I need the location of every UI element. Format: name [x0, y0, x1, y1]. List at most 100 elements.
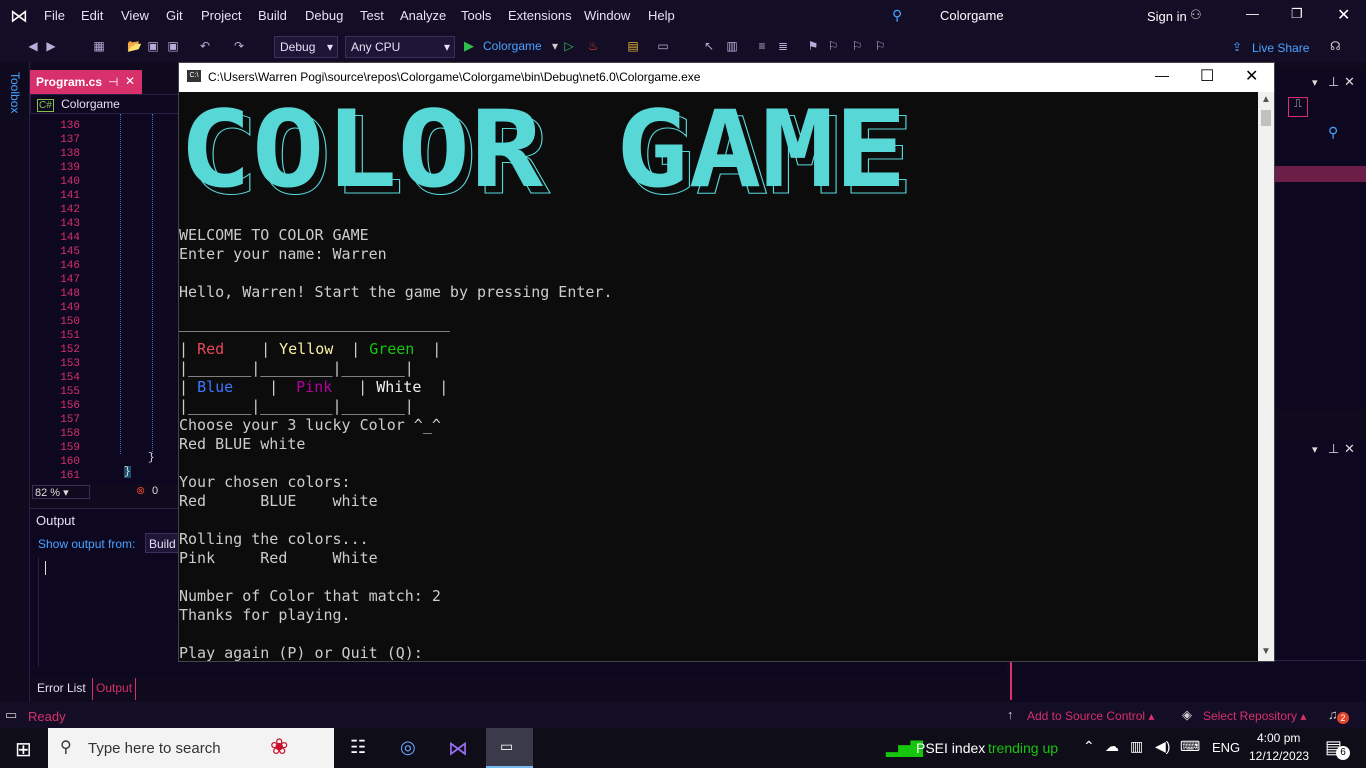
- account-icon[interactable]: ⚇: [1190, 7, 1202, 23]
- close-icon[interactable]: ✕: [1337, 5, 1350, 25]
- selected-row[interactable]: [1275, 166, 1366, 182]
- console-title-bar[interactable]: C:\ C:\Users\Warren Pogi\source\repos\Co…: [179, 63, 1274, 92]
- line-number: 150: [60, 316, 80, 328]
- toolbox-tab[interactable]: Toolbox: [8, 72, 22, 113]
- start-debugging-button[interactable]: ▶: [464, 38, 474, 54]
- search-icon[interactable]: ⚲: [892, 7, 902, 24]
- visual-studio-taskbar-icon[interactable]: ⋈: [448, 736, 468, 761]
- feedback-icon[interactable]: ☊: [1330, 39, 1341, 53]
- sign-in-button[interactable]: Sign in: [1147, 9, 1187, 24]
- onedrive-icon[interactable]: ☁: [1105, 738, 1119, 755]
- back-icon[interactable]: ◀: [26, 39, 40, 53]
- cursor-icon[interactable]: ↖: [702, 39, 716, 53]
- pin-icon[interactable]: ⊥: [1328, 441, 1339, 457]
- hot-reload-icon[interactable]: ♨: [586, 39, 600, 53]
- undo-icon[interactable]: ↶: [198, 39, 212, 53]
- live-share-button[interactable]: Live Share: [1252, 41, 1309, 55]
- close-icon[interactable]: ✕: [1245, 66, 1258, 86]
- maximize-icon[interactable]: ☐: [1200, 66, 1214, 86]
- scroll-thumb[interactable]: [1261, 110, 1271, 126]
- visual-studio-logo-icon[interactable]: ⋈: [10, 6, 32, 26]
- menu-test[interactable]: Test: [360, 8, 384, 23]
- language-indicator[interactable]: ENG: [1212, 740, 1240, 755]
- menu-extensions[interactable]: Extensions: [508, 8, 572, 23]
- uncomment-icon[interactable]: ≣: [776, 39, 790, 53]
- menu-project[interactable]: Project: [201, 8, 241, 23]
- menu-build[interactable]: Build: [258, 8, 287, 23]
- menu-git[interactable]: Git: [166, 8, 183, 23]
- taskbar-search[interactable]: ⚲ Type here to search ❀: [48, 728, 334, 768]
- stock-name[interactable]: PSEI index: [916, 740, 985, 756]
- search-icon[interactable]: ⚲: [1328, 124, 1338, 141]
- forward-icon[interactable]: ▶: [44, 39, 58, 53]
- scroll-up-arrow-icon[interactable]: ▲: [1261, 94, 1271, 105]
- clock-date[interactable]: 12/12/2023: [1249, 749, 1309, 763]
- menu-window[interactable]: Window: [584, 8, 630, 23]
- chevron-down-icon[interactable]: ▾: [1312, 76, 1318, 89]
- menu-help[interactable]: Help: [648, 8, 675, 23]
- bookmark-icon[interactable]: ⚑: [806, 39, 820, 53]
- copilot-icon[interactable]: ◎: [400, 737, 416, 758]
- menu-view[interactable]: View: [121, 8, 149, 23]
- zoom-dropdown[interactable]: 82 % ▾: [32, 485, 90, 499]
- output-text-area[interactable]: [38, 557, 178, 667]
- add-to-source-control-button[interactable]: Add to Source Control ▴: [1027, 709, 1154, 723]
- menu-debug[interactable]: Debug: [305, 8, 343, 23]
- volume-icon[interactable]: ◀): [1155, 738, 1170, 755]
- table-cell-pink: Pink: [296, 378, 358, 397]
- share-icon[interactable]: ⇪: [1232, 40, 1242, 54]
- comment-icon[interactable]: ≡: [755, 39, 769, 53]
- bookmark-clear-icon[interactable]: ⚐: [873, 39, 887, 53]
- issues-icon[interactable]: ⊗: [136, 484, 145, 497]
- search-input[interactable]: Type here to search: [88, 740, 221, 757]
- minimize-icon[interactable]: —: [1155, 67, 1169, 83]
- chevron-up-icon[interactable]: ⌃: [1083, 738, 1095, 755]
- terminal-taskbar-icon[interactable]: ▭: [486, 728, 533, 768]
- tab-error-list[interactable]: Error List: [37, 681, 86, 695]
- chevron-down-icon[interactable]: ▾: [548, 39, 562, 53]
- console-window[interactable]: C:\ C:\Users\Warren Pogi\source\repos\Co…: [178, 62, 1275, 662]
- output-source-dropdown[interactable]: Build: [145, 533, 179, 553]
- save-icon[interactable]: ▣: [146, 39, 160, 53]
- redo-icon[interactable]: ↷: [232, 39, 246, 53]
- run-target-label[interactable]: Colorgame: [483, 39, 542, 53]
- menu-file[interactable]: File: [44, 8, 65, 23]
- pin-icon[interactable]: ⊥: [1328, 74, 1339, 90]
- window-layout-icon[interactable]: ▭: [656, 39, 670, 53]
- menu-analyze[interactable]: Analyze: [400, 8, 446, 23]
- restore-icon[interactable]: ❐: [1291, 6, 1303, 22]
- minimize-icon[interactable]: —: [1246, 6, 1259, 21]
- close-icon[interactable]: ✕: [1344, 74, 1355, 90]
- tab-output[interactable]: Output: [92, 678, 137, 700]
- new-project-icon[interactable]: ▦: [92, 39, 106, 53]
- open-icon[interactable]: 📂: [127, 39, 142, 53]
- platform-dropdown[interactable]: Any CPU ▾: [345, 36, 455, 58]
- menu-edit[interactable]: Edit: [81, 8, 103, 23]
- code-editor[interactable]: 136 137 138 139 140 141 142 143 144 145 146 147 148 1…: [30, 114, 180, 484]
- windows-start-icon[interactable]: ⊞: [15, 737, 32, 762]
- bookmark-prev-icon[interactable]: ⚐: [826, 39, 840, 53]
- menu-tools[interactable]: Tools: [461, 8, 491, 23]
- start-without-debugging-icon[interactable]: ▷: [562, 39, 576, 53]
- breakpoint-icon[interactable]: ▥: [725, 39, 739, 53]
- close-icon[interactable]: ✕: [1344, 441, 1355, 457]
- configuration-dropdown[interactable]: Debug ▾: [274, 36, 338, 58]
- save-all-icon[interactable]: ▣: [166, 39, 180, 53]
- chevron-down-icon[interactable]: ▾: [1312, 443, 1318, 456]
- close-tab-icon[interactable]: ✕: [125, 74, 135, 88]
- keyboard-icon[interactable]: ⌨: [1180, 738, 1200, 755]
- tab-program-cs[interactable]: Program.cs ⊣ ✕: [30, 70, 142, 94]
- clock-time[interactable]: 4:00 pm: [1257, 731, 1300, 745]
- code-context-bar[interactable]: C# Colorgame: [30, 94, 180, 114]
- scroll-down-arrow-icon[interactable]: ▼: [1261, 646, 1271, 657]
- bookmark-next-icon[interactable]: ⚐: [850, 39, 864, 53]
- task-view-icon[interactable]: ☷: [350, 737, 366, 758]
- line-number: 159: [60, 442, 80, 454]
- console-output[interactable]: COLOR GAME COLOR GAME WELCOME TO COLOR G…: [179, 92, 1258, 661]
- console-scrollbar[interactable]: ▲ ▼: [1258, 92, 1274, 661]
- network-icon[interactable]: ▥: [1130, 738, 1143, 755]
- folder-icon[interactable]: ▤: [626, 39, 640, 53]
- panel-toolbar-icon[interactable]: ⎍: [1288, 97, 1308, 117]
- select-repository-button[interactable]: Select Repository ▴: [1203, 709, 1306, 723]
- pin-icon[interactable]: ⊣: [108, 75, 118, 89]
